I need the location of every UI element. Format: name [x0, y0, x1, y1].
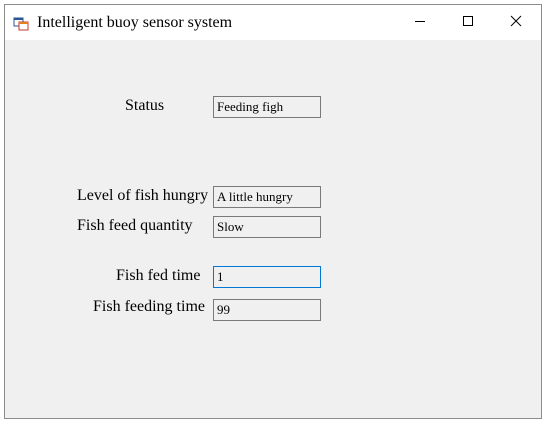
close-button[interactable]	[493, 5, 539, 40]
maximize-button[interactable]	[445, 5, 491, 40]
fed-time-field[interactable]	[213, 266, 321, 288]
title-bar[interactable]: Intelligent buoy sensor system	[5, 5, 541, 40]
fed-time-label: Fish fed time	[116, 267, 201, 284]
app-window: Intelligent buoy sensor system Status Le…	[4, 4, 542, 419]
app-window-icon[interactable]	[13, 15, 29, 31]
close-icon	[510, 14, 522, 32]
minimize-button[interactable]	[397, 5, 443, 40]
feeding-time-field[interactable]	[213, 299, 321, 321]
feed-quantity-label: Fish feed quantity	[77, 217, 193, 234]
minimize-icon	[414, 14, 426, 32]
maximize-icon	[462, 14, 474, 32]
feeding-time-label: Fish feeding time	[93, 298, 205, 315]
hunger-level-field[interactable]	[213, 186, 321, 208]
feed-quantity-field[interactable]	[213, 216, 321, 238]
status-label: Status	[125, 97, 165, 114]
status-field[interactable]	[213, 96, 321, 118]
hunger-level-label: Level of fish hungry	[77, 187, 209, 204]
window-title: Intelligent buoy sensor system	[37, 14, 233, 31]
